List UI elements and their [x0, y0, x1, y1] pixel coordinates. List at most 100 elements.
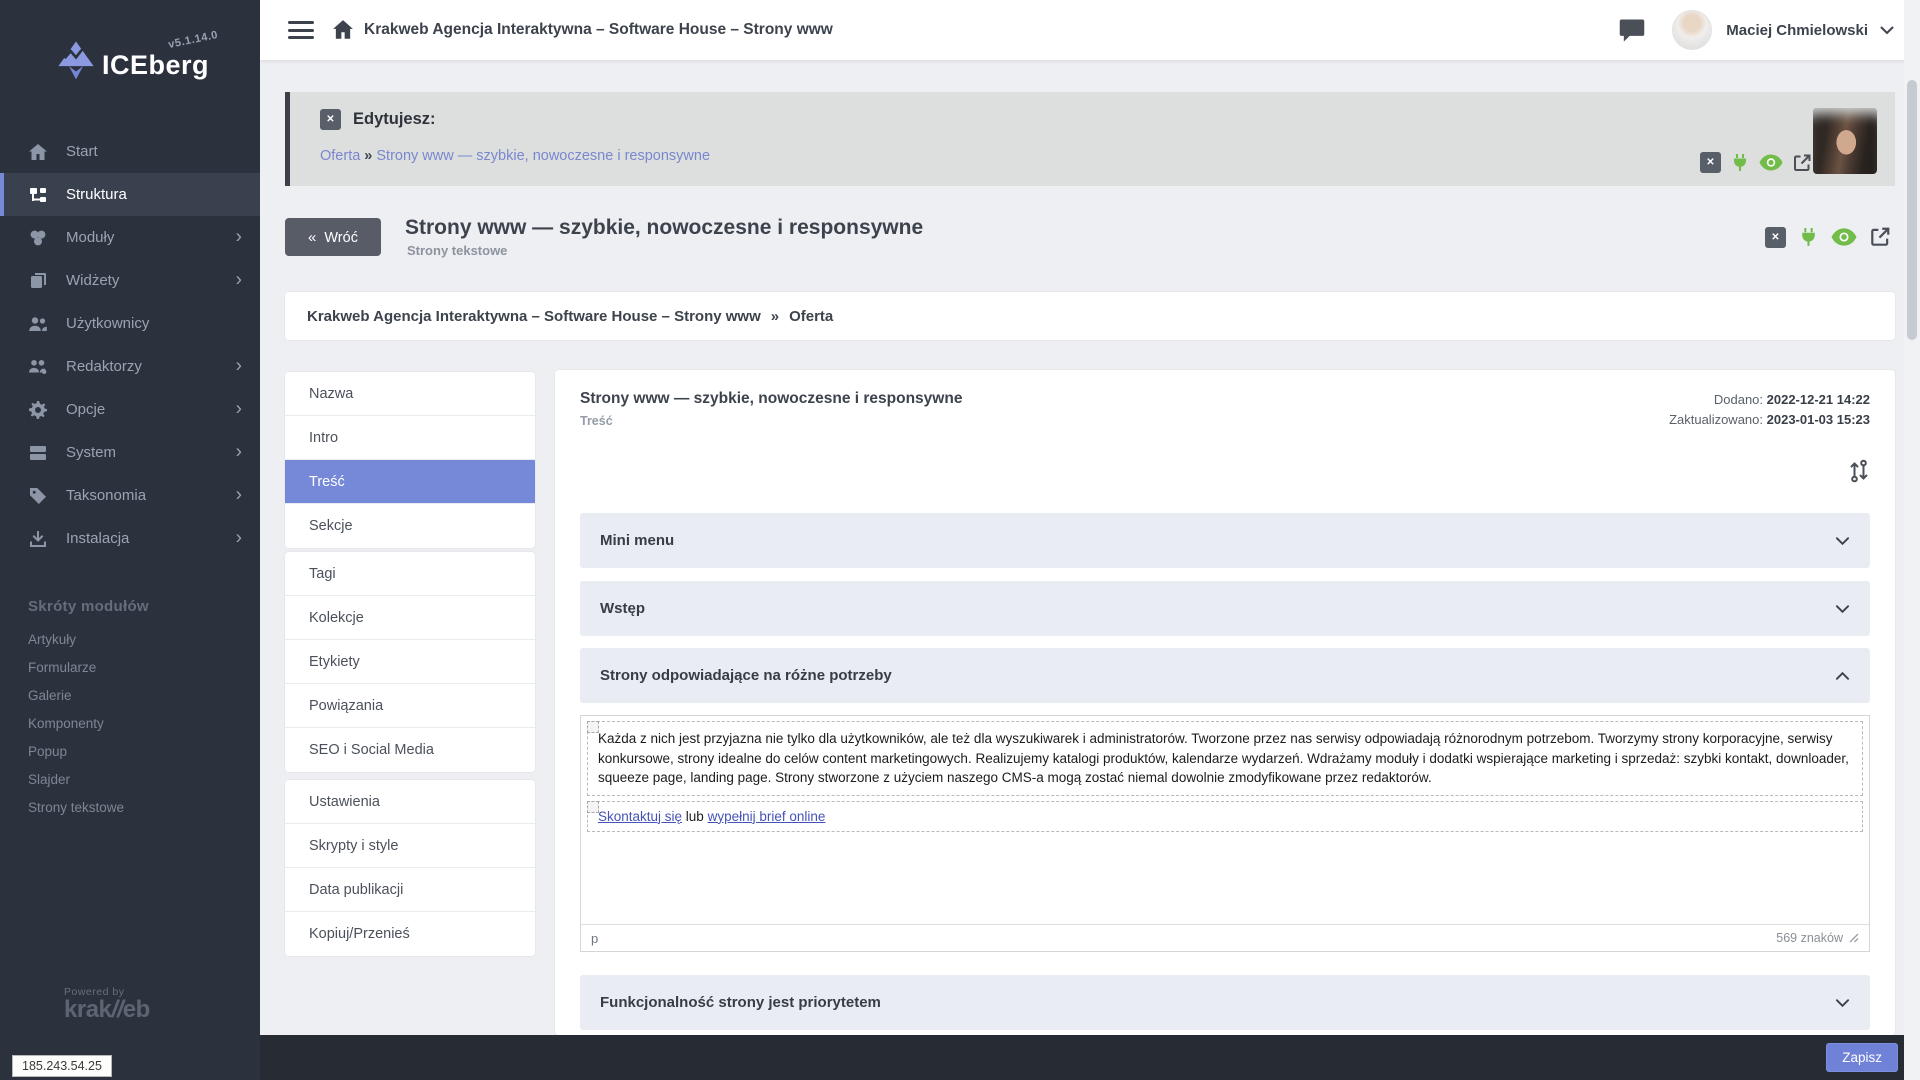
content-title: Strony www — szybkie, nowoczesne i respo… [580, 390, 963, 407]
sidebar-item-label: Moduły [66, 229, 115, 246]
sidebar-shortcut-strony-tekstowe[interactable]: Strony tekstowe [0, 793, 260, 821]
home-icon[interactable] [332, 19, 354, 41]
sidebar-shortcut-galerie[interactable]: Galerie [0, 681, 260, 709]
editor-empty-area[interactable] [581, 832, 1869, 924]
sidebar-item-label: Redaktorzy [66, 358, 142, 375]
sidebar-item-label: Instalacja [66, 530, 130, 547]
external-link-icon[interactable] [1792, 153, 1812, 173]
sidebar-item-start[interactable]: Start [0, 130, 260, 173]
accordion-title: Mini menu [600, 532, 675, 549]
widgets-icon [28, 271, 48, 291]
link-separator-text: lub [682, 808, 708, 824]
chevron-down-icon [1835, 604, 1850, 614]
rich-text-editor[interactable]: Każda z nich jest przyjazna nie tylko dl… [580, 715, 1870, 952]
accordion-title: Strony odpowiadające na różne potrzeby [600, 667, 892, 684]
tab-skrypty-i-style[interactable]: Skrypty i style [285, 824, 535, 868]
accordion-funkcjonalnosc[interactable]: Funkcjonalność strony jest priorytetem [580, 975, 1870, 1030]
tab-data-publikacji[interactable]: Data publikacji [285, 868, 535, 912]
accordion-strony-odpowiadajace[interactable]: Strony odpowiadające na różne potrzeby [580, 648, 1870, 703]
sidebar-item-opcje[interactable]: Opcje › [0, 388, 260, 431]
tab-seo-social-media[interactable]: SEO i Social Media [285, 728, 535, 772]
scrollbar-thumb[interactable] [1907, 80, 1917, 340]
back-arrows: « [308, 228, 317, 246]
tab-nazwa[interactable]: Nazwa [285, 372, 535, 416]
users-icon [28, 314, 48, 334]
tab-tresc[interactable]: Treść [285, 460, 535, 504]
editor-paragraph-text[interactable]: Każda z nich jest przyjazna nie tylko dl… [598, 729, 1852, 788]
accordion-wstep[interactable]: Wstęp [580, 581, 1870, 636]
chevron-down-icon[interactable] [1880, 26, 1894, 35]
krakweb-logo: krak//eb [64, 996, 150, 1023]
mountain-logo-icon [54, 38, 98, 82]
accordion-title: Wstęp [600, 600, 645, 617]
tab-group-settings: Ustawienia Skrypty i style Data publikac… [285, 780, 535, 956]
sidebar-shortcut-komponenty[interactable]: Komponenty [0, 709, 260, 737]
sidebar-item-widzety[interactable]: Widżety › [0, 259, 260, 302]
editor-links-block[interactable]: Skontaktuj się lub wypełnij brief online [587, 800, 1863, 832]
sidebar-item-label: System [66, 444, 117, 461]
editor-paragraph-block[interactable]: Każda z nich jest przyjazna nie tylko dl… [587, 721, 1863, 796]
tab-group-content: Nazwa Intro Treść Sekcje [285, 372, 535, 548]
brief-link[interactable]: wypełnij brief online [708, 809, 826, 824]
close-icon[interactable]: ✕ [1700, 152, 1721, 173]
tab-kopiuj-przenies[interactable]: Kopiuj/Przenieś [285, 912, 535, 956]
edit-banner-parent-link[interactable]: Oferta [320, 148, 360, 164]
close-icon[interactable]: ✕ [1765, 226, 1786, 248]
sidebar-item-label: Taksonomia [66, 487, 147, 504]
eye-icon[interactable] [1831, 228, 1857, 246]
sidebar-shortcut-artykuly[interactable]: Artykuły [0, 625, 260, 653]
hamburger-menu-icon[interactable] [288, 17, 314, 44]
accordion-mini-menu[interactable]: Mini menu [580, 513, 1870, 568]
sidebar-item-label: Widżety [66, 272, 120, 289]
server-icon [28, 443, 48, 463]
element-path-tag[interactable]: p [591, 931, 598, 946]
scrollbar[interactable] [1904, 0, 1920, 1080]
close-icon[interactable]: ✕ [320, 109, 341, 130]
content-panel: Strony www — szybkie, nowoczesne i respo… [555, 370, 1895, 1035]
tab-ustawienia[interactable]: Ustawienia [285, 780, 535, 824]
sidebar-item-instalacja[interactable]: Instalacja › [0, 517, 260, 560]
breadcrumb-path[interactable]: Krakweb Agencja Interaktywna – Software … [307, 308, 761, 325]
user-avatar[interactable] [1672, 10, 1713, 50]
compare-versions-icon[interactable] [1847, 458, 1871, 484]
tab-intro[interactable]: Intro [285, 416, 535, 460]
sidebar-item-system[interactable]: System › [0, 431, 260, 474]
app-version: v5.1.14.0 [167, 28, 220, 52]
sidebar-item-taksonomia[interactable]: Taksonomia › [0, 474, 260, 517]
tab-tagi[interactable]: Tagi [285, 552, 535, 596]
updated-label: Zaktualizowano: [1669, 412, 1764, 427]
shortcuts-header: Skróty modułów [28, 598, 149, 615]
breadcrumb-current[interactable]: Oferta [789, 308, 833, 325]
content-subtitle: Treść [580, 414, 613, 428]
sidebar-item-label: Opcje [66, 401, 106, 418]
eye-icon[interactable] [1759, 154, 1783, 171]
tab-kolekcje[interactable]: Kolekcje [285, 596, 535, 640]
app-logo[interactable]: ICEberg v5.1.14.0 [0, 0, 260, 118]
contact-link[interactable]: Skontaktuj się [598, 809, 682, 824]
sidebar-item-redaktorzy[interactable]: Redaktorzy › [0, 345, 260, 388]
chevron-right-icon: › [235, 398, 242, 420]
chat-icon[interactable] [1618, 17, 1646, 43]
user-name[interactable]: Maciej Chmielowski [1726, 22, 1868, 39]
sidebar-item-struktura[interactable]: Struktura [0, 173, 260, 216]
back-button[interactable]: «Wróć [285, 218, 381, 256]
tab-sekcje[interactable]: Sekcje [285, 504, 535, 548]
sidebar-shortcut-popup[interactable]: Popup [0, 737, 260, 765]
save-button[interactable]: Zapisz [1826, 1043, 1898, 1072]
char-count: 569 znaków [1776, 931, 1859, 945]
tab-etykiety[interactable]: Etykiety [285, 640, 535, 684]
powered-by: Powered by krak//eb [64, 986, 150, 1022]
sidebar-shortcut-formularze[interactable]: Formularze [0, 653, 260, 681]
sidebar-item-uzytkownicy[interactable]: Użytkownicy [0, 302, 260, 345]
external-link-icon[interactable] [1869, 226, 1891, 248]
edit-banner-page-link[interactable]: Strony www — szybkie, nowoczesne i respo… [376, 148, 710, 164]
plug-icon[interactable] [1798, 227, 1819, 248]
page-photo-thumbnail[interactable] [1813, 108, 1877, 174]
sidebar-item-moduly[interactable]: Moduły › [0, 216, 260, 259]
chevron-down-icon [1835, 998, 1850, 1008]
sidebar-shortcut-slajder[interactable]: Slajder [0, 765, 260, 793]
plug-icon[interactable] [1730, 153, 1750, 173]
tab-powiazania[interactable]: Powiązania [285, 684, 535, 728]
action-footer: Zapisz [260, 1035, 1920, 1080]
accordion-title: Funkcjonalność strony jest priorytetem [600, 994, 881, 1011]
